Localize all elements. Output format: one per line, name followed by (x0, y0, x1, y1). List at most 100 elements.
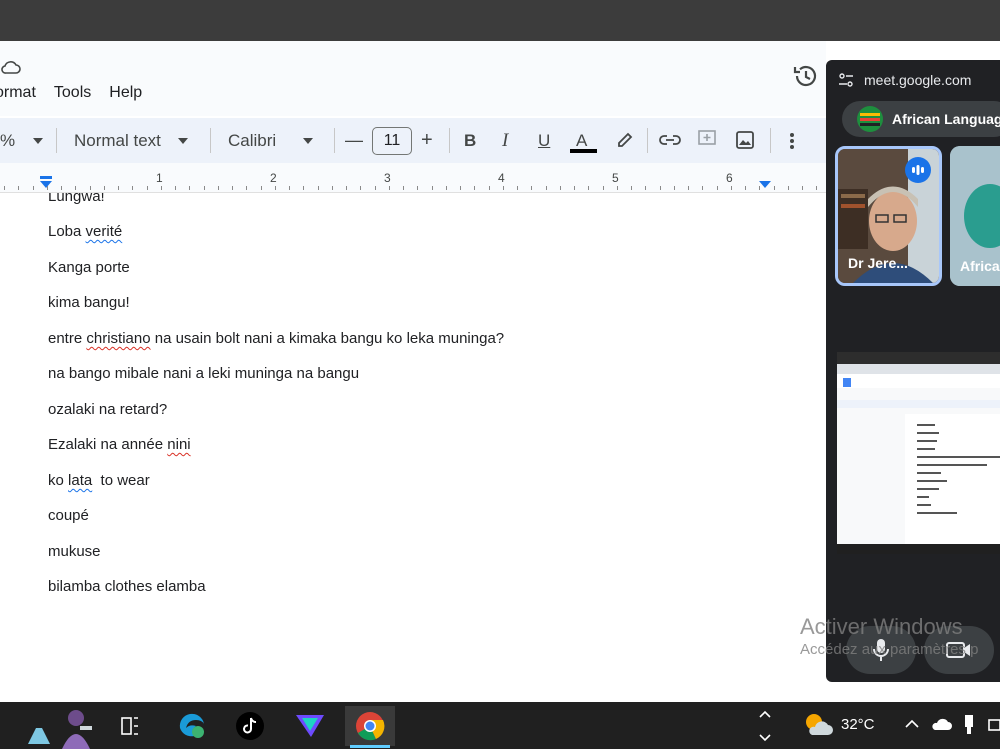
chrome-button[interactable] (345, 706, 395, 746)
flagged-word[interactable]: christiano (86, 330, 150, 347)
cloud-icon[interactable] (0, 58, 22, 76)
edge-button[interactable] (172, 706, 212, 746)
ruler-number: 2 (270, 171, 277, 185)
decrease-font-size-button[interactable]: — (345, 118, 363, 163)
ruler-number: 1 (156, 171, 163, 185)
onedrive-icon[interactable] (930, 716, 952, 732)
menubar: ormat Tools Help (0, 84, 160, 104)
usb-device-icon[interactable] (962, 714, 976, 736)
font-size-input[interactable]: 11 (372, 127, 412, 155)
toolbar-divider (647, 128, 648, 153)
highlighter-icon[interactable] (613, 128, 635, 150)
ruler-tick (346, 186, 347, 190)
more-icon[interactable] (786, 130, 798, 152)
ruler-number: 6 (726, 171, 733, 185)
left-indent-marker[interactable] (39, 176, 53, 190)
ruler-tick (332, 186, 333, 190)
meet-url-bar[interactable]: meet.google.com (838, 72, 971, 88)
meet-panel[interactable]: meet.google.com African Language Dr Jere… (826, 60, 1000, 682)
style-select[interactable]: Normal text (74, 118, 188, 163)
document-page[interactable]: Lungwa! Loba verité Kanga porte kima ban… (0, 193, 826, 702)
ruler-tick (560, 186, 561, 190)
ruler-tick (104, 186, 105, 190)
ruler-tick (360, 186, 361, 190)
widgets-illustration-icon[interactable] (18, 704, 98, 749)
camera-button[interactable] (924, 626, 994, 674)
weather-icon[interactable] (802, 711, 834, 739)
ruler-tick (517, 186, 518, 190)
meeting-title[interactable]: African Language (842, 101, 1000, 137)
browser-top-strip (0, 0, 1000, 41)
doc-line: na bango mibale nani a leki muninga na b… (48, 365, 360, 382)
ruler-tick (631, 186, 632, 190)
image-icon[interactable] (734, 129, 756, 151)
weather-temperature[interactable]: 32°C (841, 716, 875, 733)
zoom-suffix: % (0, 130, 16, 150)
proton-vpn-icon (296, 715, 324, 737)
task-view-button[interactable] (110, 706, 150, 746)
ruler-number: 5 (612, 171, 619, 185)
ruler-tick (474, 186, 475, 190)
meeting-avatar-icon (857, 106, 883, 132)
participant-name: Dr Jere... (848, 255, 908, 271)
active-app-indicator (350, 745, 390, 748)
ruler-tick (147, 186, 148, 190)
font-select[interactable]: Calibri (228, 118, 314, 163)
add-comment-icon[interactable] (696, 128, 718, 150)
ruler-tick (745, 186, 746, 190)
ruler-number: 3 (384, 171, 391, 185)
toolbar-divider (334, 128, 335, 153)
mic-button[interactable] (846, 626, 916, 674)
flagged-word[interactable]: nini (167, 436, 190, 453)
tune-icon[interactable] (838, 73, 854, 87)
participant-tile[interactable]: Africa (950, 146, 1000, 286)
history-icon[interactable] (792, 62, 820, 90)
italic-button[interactable]: I (502, 118, 508, 163)
menu-help[interactable]: Help (109, 84, 142, 104)
ruler-tick (802, 186, 803, 190)
participant-name: Africa (960, 258, 1000, 274)
ruler-tick (18, 186, 19, 190)
doc-line: coupé (48, 507, 89, 524)
ruler-tick (503, 186, 504, 190)
ruler-tick (674, 186, 675, 190)
right-indent-marker[interactable] (758, 180, 772, 190)
text-color-button[interactable]: A (576, 118, 587, 163)
ruler-tick (417, 186, 418, 190)
ruler-tick (531, 186, 532, 190)
doc-line: Lungwa! (48, 193, 105, 205)
ruler-tick (161, 186, 162, 190)
ruler-tick (275, 186, 276, 190)
zoom-select[interactable]: % (0, 118, 44, 163)
screen-share-preview[interactable] (837, 352, 1000, 554)
ruler-tick (175, 186, 176, 190)
toolbar-divider (56, 128, 57, 153)
chevron-down-icon (33, 137, 44, 144)
proton-vpn-button[interactable] (290, 706, 330, 746)
ruler-tick (33, 186, 34, 190)
link-icon[interactable] (658, 130, 682, 150)
ruler-tick (232, 186, 233, 190)
battery-icon[interactable] (988, 718, 1000, 732)
menu-format[interactable]: ormat (0, 84, 36, 104)
underline-button[interactable]: U (538, 118, 550, 163)
flagged-word[interactable]: verité (86, 223, 123, 240)
text-color-label: A (576, 130, 588, 150)
ruler-tick (788, 186, 789, 190)
bold-button[interactable]: B (464, 118, 476, 163)
edge-icon (179, 713, 204, 738)
increase-font-size-button[interactable]: + (421, 118, 433, 163)
chevron-up-icon[interactable] (904, 717, 920, 731)
ruler-tick (546, 186, 547, 190)
doc-line: mukuse (48, 543, 101, 560)
font-select-value: Calibri (228, 130, 277, 150)
tiktok-button[interactable] (230, 706, 270, 746)
shared-screen-thumbnail (837, 352, 1000, 554)
participant-tile[interactable]: Dr Jere... (835, 146, 942, 286)
taskbar-scroll-icon[interactable] (758, 708, 772, 744)
toolbar-divider (210, 128, 211, 153)
task-view-icon (121, 717, 138, 735)
ruler-tick (303, 186, 304, 190)
menu-tools[interactable]: Tools (54, 84, 91, 104)
flagged-word[interactable]: lata (68, 472, 92, 489)
